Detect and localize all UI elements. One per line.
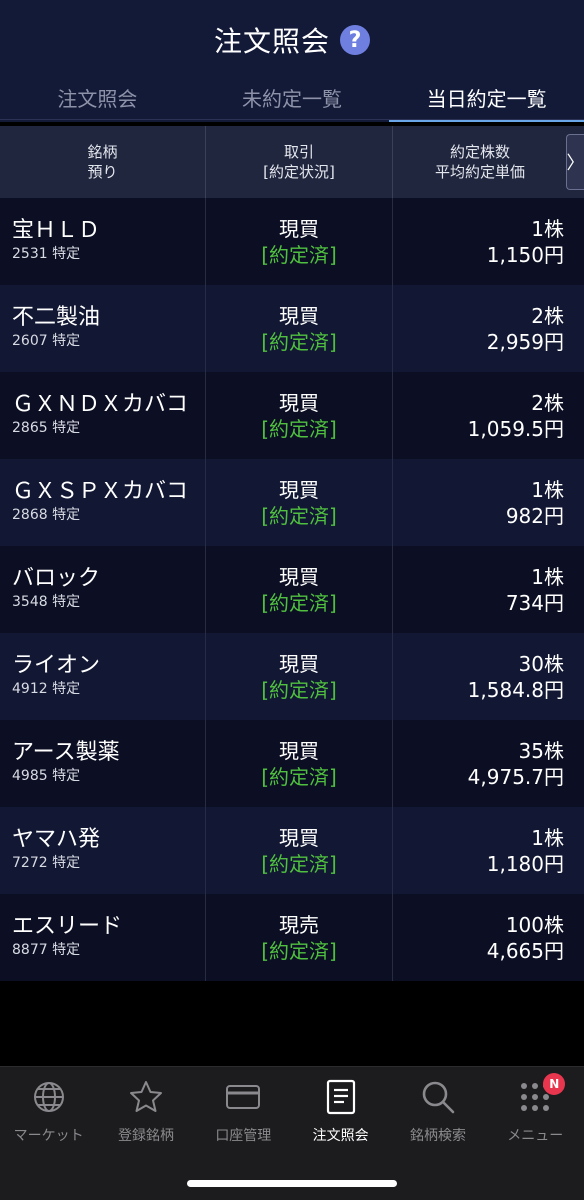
table-row[interactable]: アース製薬 4985 特定 現買 [約定済] 35株 4,975.7円: [0, 720, 584, 807]
next-columns-chevron-icon[interactable]: 〉: [566, 134, 584, 190]
column-header-stock: 銘柄 預り: [0, 126, 206, 198]
executed-quantity: 100株: [505, 913, 564, 937]
trade-type: 現買: [279, 478, 319, 502]
table-row[interactable]: ＧＸＮＤＸカバコ 2865 特定 現買 [約定済] 2株 1,059.5円: [0, 372, 584, 459]
executed-orders-table: 宝ＨＬＤ 2531 特定 現買 [約定済] 1株 1,150円 不二製油 2607 特定…: [0, 198, 584, 981]
search-icon: [420, 1079, 456, 1115]
trade-type: 現買: [279, 304, 319, 328]
executed-quantity: 1株: [531, 478, 564, 502]
document-icon: [323, 1079, 359, 1115]
average-price: 2,959円: [486, 330, 564, 354]
column-header-trade: 取引 [約定状況]: [206, 126, 393, 198]
menu-notification-badge: N: [543, 1073, 566, 1095]
average-price: 1,180円: [486, 852, 564, 876]
star-icon: [128, 1079, 164, 1115]
nav-order-inquiry[interactable]: 注文照会: [292, 1067, 389, 1150]
tab-bar: 注文照会 未約定一覧 当日約定一覧: [0, 72, 584, 122]
execution-status: [約定済]: [261, 330, 337, 354]
executed-quantity: 30株: [518, 652, 564, 676]
execution-status: [約定済]: [261, 765, 337, 789]
stock-code-account: 2868 特定: [12, 507, 81, 523]
stock-code-account: 4985 特定: [12, 768, 81, 784]
stock-name: 宝ＨＬＤ: [12, 218, 101, 243]
bottom-nav: マーケット 登録銘柄 口座管理 注文照会 銘柄検索 N メニュー: [0, 1066, 584, 1150]
trade-type: 現買: [279, 565, 319, 589]
average-price: 982円: [505, 504, 564, 528]
table-row[interactable]: 宝ＨＬＤ 2531 特定 現買 [約定済] 1株 1,150円: [0, 198, 584, 285]
table-row[interactable]: エスリード 8877 特定 現売 [約定済] 100株 4,665円: [0, 894, 584, 981]
nav-label: 登録銘柄: [117, 1128, 174, 1144]
tab-today-executed-list[interactable]: 当日約定一覧: [389, 72, 584, 122]
stock-code-account: 2865 特定: [12, 420, 81, 436]
average-price: 1,150円: [486, 243, 564, 267]
average-price: 734円: [505, 591, 564, 615]
nav-label: 注文照会: [312, 1128, 369, 1144]
stock-name: バロック: [12, 566, 101, 591]
stock-code-account: 2531 特定: [12, 246, 81, 262]
execution-status: [約定済]: [261, 591, 337, 615]
execution-status: [約定済]: [261, 504, 337, 528]
nav-label: メニュー: [507, 1128, 564, 1144]
executed-quantity: 2株: [531, 304, 564, 328]
table-row[interactable]: 不二製油 2607 特定 現買 [約定済] 2株 2,959円: [0, 285, 584, 372]
stock-name: ＧＸＳＰＸカバコ: [12, 479, 189, 504]
execution-status: [約定済]: [261, 417, 337, 441]
title-row: 注文照会 ?: [0, 14, 584, 66]
stock-code-account: 4912 特定: [12, 681, 81, 697]
table-row[interactable]: ＧＸＳＰＸカバコ 2868 特定 現買 [約定済] 1株 982円: [0, 459, 584, 546]
globe-icon: [31, 1079, 67, 1115]
table-row[interactable]: バロック 3548 特定 現買 [約定済] 1株 734円: [0, 546, 584, 633]
nav-label: マーケット: [13, 1128, 84, 1144]
nav-stock-search[interactable]: 銘柄検索: [389, 1067, 486, 1150]
average-price: 4,975.7円: [467, 765, 564, 789]
home-indicator[interactable]: [187, 1180, 397, 1187]
executed-quantity: 1株: [531, 826, 564, 850]
executed-quantity: 35株: [518, 739, 564, 763]
table-column-header: 銘柄 預り 取引 [約定状況] 約定株数 平均約定単価 〉: [0, 126, 584, 198]
stock-name: ＧＸＮＤＸカバコ: [12, 392, 189, 417]
page-title: 注文照会: [213, 25, 330, 58]
trade-type: 現買: [279, 391, 319, 415]
execution-status: [約定済]: [261, 678, 337, 702]
stock-name: ヤマハ発: [12, 827, 101, 852]
nav-label: 銘柄検索: [409, 1128, 466, 1144]
card-icon: [225, 1079, 261, 1115]
stock-name: アース製薬: [12, 740, 120, 765]
app-header: 注文照会 ? 注文照会 未約定一覧 当日約定一覧: [0, 0, 584, 122]
trade-type: 現買: [279, 739, 319, 763]
stock-code-account: 3548 特定: [12, 594, 81, 610]
table-row[interactable]: ヤマハ発 7272 特定 現買 [約定済] 1株 1,180円: [0, 807, 584, 894]
average-price: 1,059.5円: [467, 417, 564, 441]
executed-quantity: 1株: [531, 217, 564, 241]
stock-code-account: 8877 特定: [12, 942, 81, 958]
stock-code-account: 2607 特定: [12, 333, 81, 349]
tab-order-inquiry[interactable]: 注文照会: [0, 72, 195, 122]
trade-type: 現買: [279, 217, 319, 241]
trade-type: 現売: [279, 913, 319, 937]
table-row[interactable]: ライオン 4912 特定 現買 [約定済] 30株 1,584.8円: [0, 633, 584, 720]
stock-name: エスリード: [12, 914, 123, 939]
tab-unexecuted-list[interactable]: 未約定一覧: [195, 72, 390, 122]
nav-watchlist[interactable]: 登録銘柄: [97, 1067, 194, 1150]
tab-divider: [0, 119, 584, 120]
home-indicator-area: [0, 1150, 584, 1200]
executed-quantity: 2株: [531, 391, 564, 415]
stock-code-account: 7272 特定: [12, 855, 81, 871]
executed-quantity: 1株: [531, 565, 564, 589]
nav-label: 口座管理: [215, 1128, 272, 1144]
average-price: 4,665円: [486, 939, 564, 963]
trade-type: 現買: [279, 652, 319, 676]
execution-status: [約定済]: [261, 852, 337, 876]
stock-name: ライオン: [12, 653, 101, 678]
nav-market[interactable]: マーケット: [0, 1067, 97, 1150]
execution-status: [約定済]: [261, 939, 337, 963]
stock-name: 不二製油: [12, 305, 101, 330]
execution-status: [約定済]: [261, 243, 337, 267]
trade-type: 現買: [279, 826, 319, 850]
nav-account[interactable]: 口座管理: [195, 1067, 292, 1150]
average-price: 1,584.8円: [467, 678, 564, 702]
nav-menu[interactable]: N メニュー: [487, 1067, 584, 1150]
column-header-quantity-price: 約定株数 平均約定単価: [434, 143, 525, 181]
help-icon[interactable]: ?: [340, 25, 370, 55]
